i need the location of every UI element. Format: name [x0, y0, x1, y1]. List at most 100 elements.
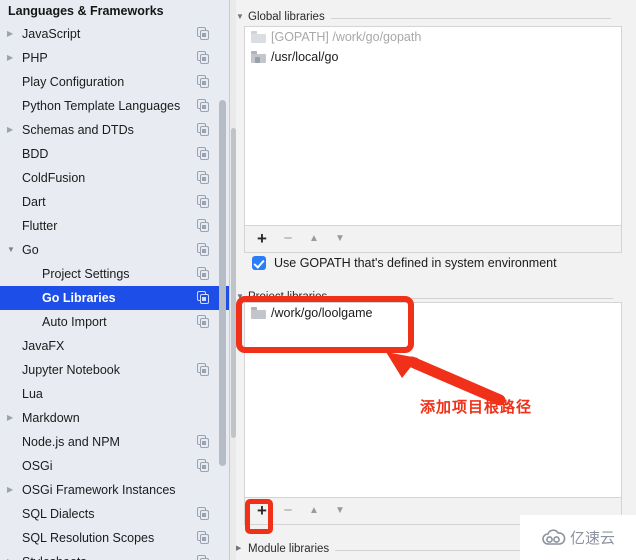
copy-settings-icon[interactable] [197, 531, 210, 544]
copy-settings-icon[interactable] [197, 123, 210, 136]
sidebar-item-osgi[interactable]: OSGi [0, 454, 230, 478]
chevron-down-icon[interactable]: ▼ [236, 8, 248, 26]
chevron-right-icon[interactable]: ▶ [7, 46, 19, 70]
sidebar-item-osgi-framework-instances[interactable]: ▶ OSGi Framework Instances [0, 478, 230, 502]
sidebar-item-javafx[interactable]: JavaFX [0, 334, 230, 358]
copy-settings-icon[interactable] [197, 459, 210, 472]
copy-settings-icon[interactable] [197, 75, 210, 88]
settings-sidebar[interactable]: Languages & Frameworks ▶ JavaScript ▶ PHP Pl… [0, 0, 230, 560]
copy-settings-icon[interactable] [197, 315, 210, 328]
global-move-down-button[interactable]: ▼ [327, 226, 353, 252]
sidebar-item-node-js-and-npm[interactable]: Node.js and NPM [0, 430, 230, 454]
sidebar-item-list: Languages & Frameworks ▶ JavaScript ▶ PHP Pl… [0, 0, 230, 560]
sidebar-item-label: SQL Resolution Scopes [22, 531, 155, 545]
global-libraries-list[interactable]: [GOPATH] /work/go/gopath/usr/local/go [244, 26, 622, 226]
sidebar-item-label: OSGi [22, 459, 53, 473]
sidebar-item-jupyter-notebook[interactable]: Jupyter Notebook [0, 358, 230, 382]
sidebar-item-go-libraries[interactable]: Go Libraries [0, 286, 230, 310]
chevron-right-icon[interactable]: ▶ [7, 22, 19, 46]
header-rule-project [333, 297, 614, 299]
sidebar-section-title: Languages & Frameworks [8, 4, 164, 18]
global-remove-button[interactable]: − [275, 226, 301, 252]
folder-icon [251, 307, 266, 319]
global-add-button[interactable]: + [249, 226, 275, 252]
library-row[interactable]: /usr/local/go [245, 47, 621, 67]
sidebar-item-label: Lua [22, 387, 43, 401]
sidebar-item-sql-dialects[interactable]: SQL Dialects [0, 502, 230, 526]
sidebar-item-auto-import[interactable]: Auto Import [0, 310, 230, 334]
sidebar-item-label: Auto Import [42, 315, 107, 329]
sidebar-item-label: Flutter [22, 219, 58, 233]
chevron-right-icon-module[interactable]: ▶ [236, 540, 248, 558]
sidebar-item-label: OSGi Framework Instances [22, 483, 176, 497]
copy-settings-icon[interactable] [197, 27, 210, 40]
sidebar-item-label: Jupyter Notebook [22, 363, 120, 377]
sidebar-item-dart[interactable]: Dart [0, 190, 230, 214]
sidebar-item-php[interactable]: ▶ PHP [0, 46, 230, 70]
sidebar-item-label: Play Configuration [22, 75, 125, 89]
sidebar-item-label: Python Template Languages [22, 99, 181, 113]
copy-settings-icon[interactable] [197, 435, 210, 448]
copy-settings-icon[interactable] [197, 51, 210, 64]
sidebar-item-label: SQL Dialects [22, 507, 95, 521]
sidebar-item-lua[interactable]: Lua [0, 382, 230, 406]
cloud-icon [542, 528, 566, 545]
sidebar-scrollbar[interactable] [219, 100, 226, 466]
folder-icon [251, 31, 266, 43]
sidebar-item-schemas-and-dtds[interactable]: ▶ Schemas and DTDs [0, 118, 230, 142]
project-move-up-button[interactable]: ▲ [301, 498, 327, 524]
panel-scrollbar-thumb[interactable] [230, 128, 236, 438]
copy-settings-icon[interactable] [197, 267, 210, 280]
checkbox-checked-icon[interactable] [252, 256, 266, 270]
copy-settings-icon[interactable] [197, 147, 210, 160]
library-row[interactable]: /work/go/loolgame [245, 303, 621, 323]
copy-settings-icon[interactable] [197, 363, 210, 376]
header-rule [330, 17, 611, 19]
copy-settings-icon[interactable] [197, 555, 210, 560]
copy-settings-icon[interactable] [197, 171, 210, 184]
sidebar-item-label: Go [22, 243, 39, 257]
copy-settings-icon[interactable] [197, 507, 210, 520]
chevron-right-icon[interactable]: ▶ [7, 478, 19, 502]
sidebar-item-label: Schemas and DTDs [22, 123, 134, 137]
sidebar-item-label: JavaScript [22, 27, 81, 41]
chevron-right-icon[interactable]: ▶ [7, 406, 19, 430]
copy-settings-icon[interactable] [197, 195, 210, 208]
sidebar-item-label: JavaFX [22, 339, 65, 353]
chevron-down-icon[interactable]: ▼ [7, 238, 19, 262]
library-path: /usr/local/go [271, 50, 339, 64]
library-row[interactable]: [GOPATH] /work/go/gopath [245, 27, 621, 47]
sidebar-item-flutter[interactable]: Flutter [0, 214, 230, 238]
project-move-down-button[interactable]: ▼ [327, 498, 353, 524]
project-add-button[interactable]: + [249, 498, 275, 524]
sidebar-item-markdown[interactable]: ▶ Markdown [0, 406, 230, 430]
annotation-callout-text: 添加项目根路径 [420, 399, 533, 416]
folder-icon [251, 51, 266, 63]
sidebar-item-coldfusion[interactable]: ColdFusion [0, 166, 230, 190]
sidebar-item-bdd[interactable]: BDD [0, 142, 230, 166]
chevron-right-icon[interactable]: ▶ [7, 550, 19, 560]
global-libraries-label: Global libraries [248, 11, 325, 23]
global-libraries-toolbar[interactable]: + − ▲ ▼ [244, 226, 622, 253]
copy-settings-icon[interactable] [197, 219, 210, 232]
module-libraries-label: Module libraries [248, 543, 330, 555]
sidebar-item-label: Dart [22, 195, 46, 209]
sidebar-item-play-configuration[interactable]: Play Configuration [0, 70, 230, 94]
copy-settings-icon[interactable] [197, 243, 210, 256]
global-move-up-button[interactable]: ▲ [301, 226, 327, 252]
sidebar-item-stylesheets[interactable]: ▶Stylesheets [0, 550, 230, 560]
copy-settings-icon[interactable] [197, 99, 210, 112]
sidebar-item-go[interactable]: ▼ Go [0, 238, 230, 262]
library-path: [GOPATH] /work/go/gopath [271, 30, 422, 44]
sidebar-item-sql-resolution-scopes[interactable]: SQL Resolution Scopes [0, 526, 230, 550]
panel-scrollbar-track[interactable] [230, 0, 236, 560]
library-path: /work/go/loolgame [271, 306, 373, 320]
chevron-right-icon[interactable]: ▶ [7, 118, 19, 142]
global-libraries-header[interactable]: ▼ Global libraries [236, 8, 611, 26]
use-gopath-label: Use GOPATH that's defined in system envi… [274, 256, 557, 270]
project-remove-button[interactable]: − [275, 498, 301, 524]
copy-settings-icon[interactable] [197, 291, 210, 304]
sidebar-item-project-settings[interactable]: Project Settings [0, 262, 230, 286]
sidebar-item-javascript[interactable]: ▶ JavaScript [0, 22, 230, 46]
sidebar-item-python-template-languages[interactable]: Python Template Languages [0, 94, 230, 118]
